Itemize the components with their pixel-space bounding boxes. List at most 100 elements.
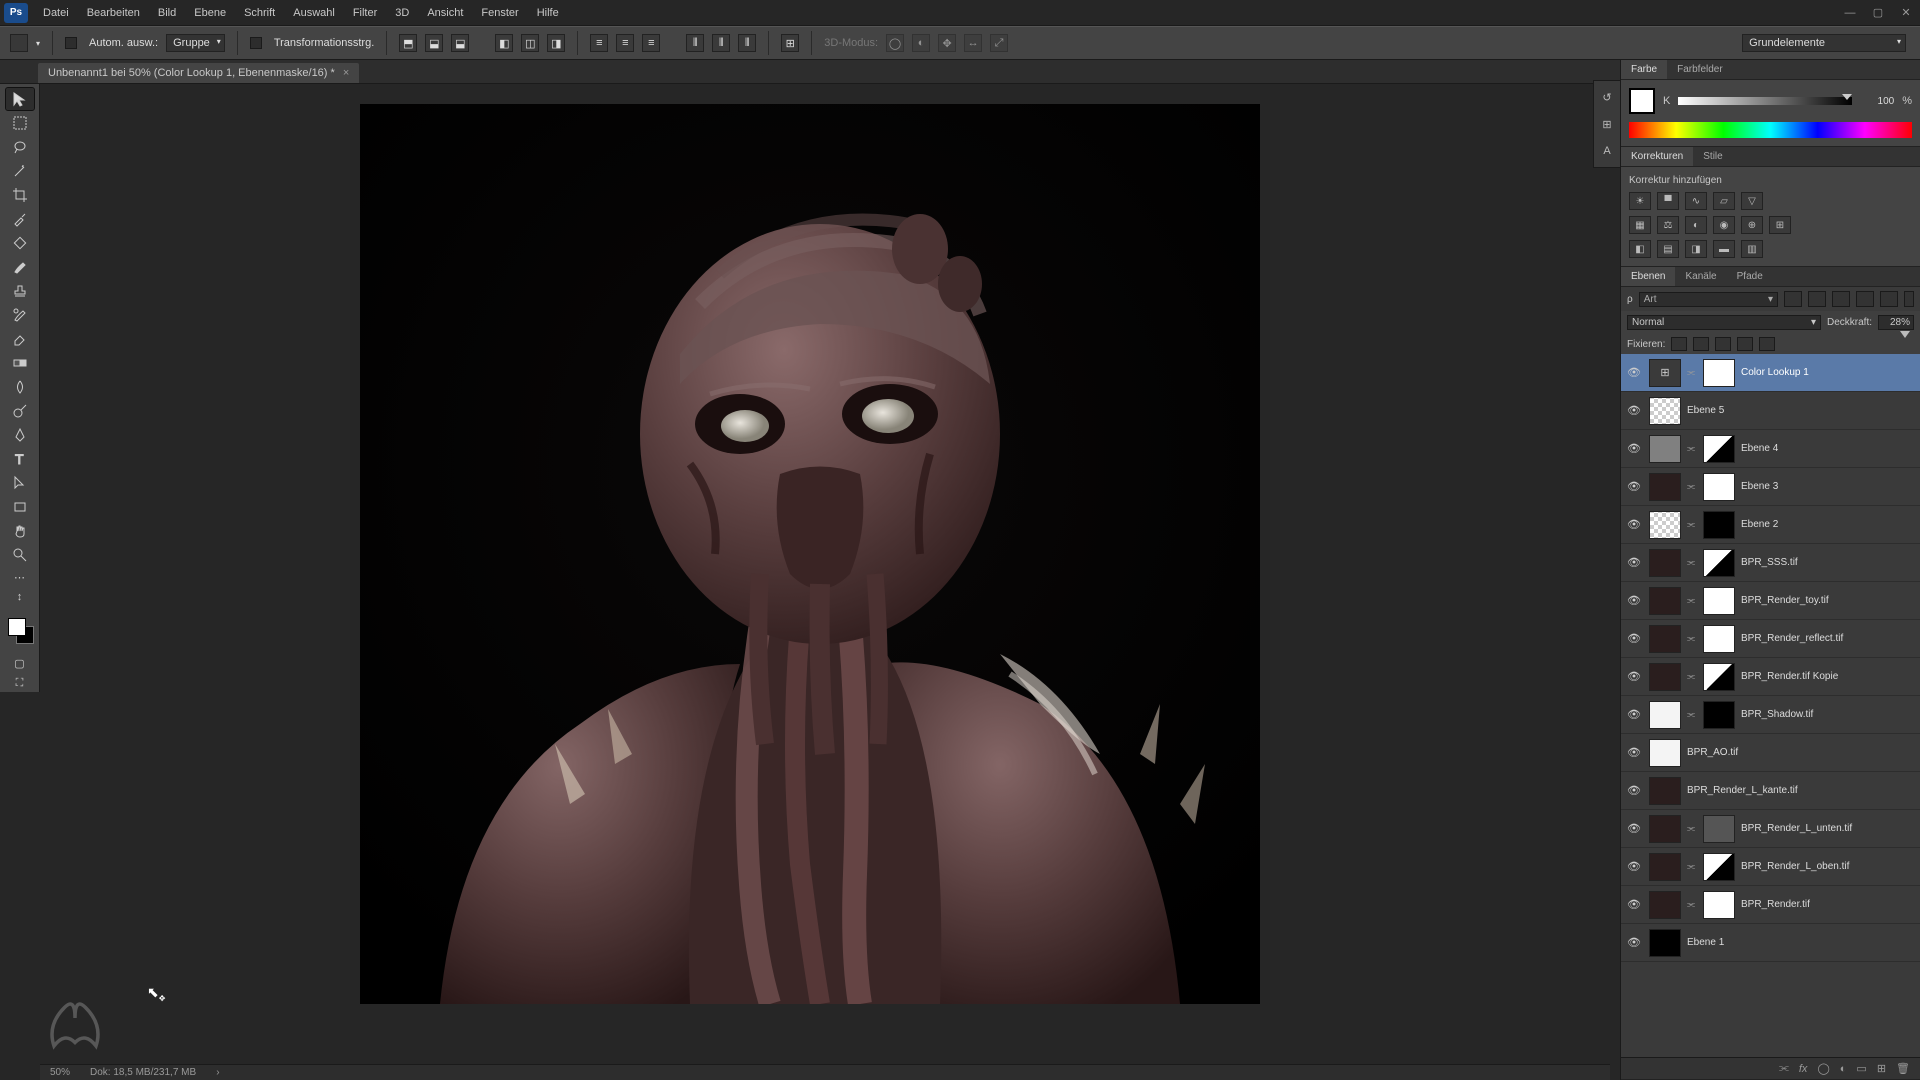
layer-name[interactable]: BPR_Render_L_unten.tif xyxy=(1741,823,1916,834)
layer-thumbnail[interactable] xyxy=(1649,663,1681,691)
align-vcenter-icon[interactable]: ⬓ xyxy=(425,34,443,52)
colorbalance-adj-icon[interactable]: ⚖ xyxy=(1657,216,1679,234)
distribute-vcenter-icon[interactable]: ≡ xyxy=(616,34,634,52)
align-right-icon[interactable]: ◨ xyxy=(547,34,565,52)
layer-mask-thumbnail[interactable] xyxy=(1703,549,1735,577)
filter-adj-icon[interactable] xyxy=(1808,291,1826,307)
filter-toggle-icon[interactable] xyxy=(1904,291,1914,307)
visibility-eye-icon[interactable]: 👁 xyxy=(1625,518,1643,531)
bw-adj-icon[interactable]: ◐ xyxy=(1685,216,1707,234)
close-icon[interactable]: ✕ xyxy=(1892,2,1920,24)
layer-name[interactable]: Ebene 1 xyxy=(1687,937,1916,948)
link-layers-icon[interactable]: ⫘ xyxy=(1779,1062,1789,1075)
layer-row[interactable]: 👁Ebene 5 xyxy=(1621,392,1920,430)
move-tool-icon[interactable] xyxy=(10,34,28,52)
transform-checkbox[interactable] xyxy=(250,37,262,49)
layer-mask-thumbnail[interactable] xyxy=(1703,587,1735,615)
menu-schrift[interactable]: Schrift xyxy=(235,3,284,23)
visibility-eye-icon[interactable]: 👁 xyxy=(1625,480,1643,493)
lock-position-icon[interactable] xyxy=(1715,337,1731,351)
layer-row[interactable]: 👁⫘BPR_Render_L_oben.tif xyxy=(1621,848,1920,886)
filter-pixel-icon[interactable] xyxy=(1784,291,1802,307)
brightness-adj-icon[interactable]: ☀ xyxy=(1629,192,1651,210)
document-canvas[interactable] xyxy=(360,104,1260,1004)
fg-color[interactable] xyxy=(8,618,26,636)
layer-thumbnail[interactable] xyxy=(1649,701,1681,729)
workspace-dropdown[interactable]: Grundelemente xyxy=(1742,34,1906,52)
auto-select-dropdown[interactable]: Gruppe xyxy=(166,34,225,52)
layer-name[interactable]: Ebene 5 xyxy=(1687,405,1916,416)
hue-adj-icon[interactable]: ▦ xyxy=(1629,216,1651,234)
visibility-eye-icon[interactable]: 👁 xyxy=(1625,860,1643,873)
layer-mask-thumbnail[interactable] xyxy=(1703,815,1735,843)
layer-name[interactable]: Color Lookup 1 xyxy=(1741,367,1916,378)
document-tab[interactable]: Unbenannt1 bei 50% (Color Lookup 1, Eben… xyxy=(38,63,359,83)
stamp-tool[interactable] xyxy=(6,280,34,302)
color-swatch[interactable] xyxy=(6,616,34,644)
tab-pfade[interactable]: Pfade xyxy=(1727,267,1773,286)
lasso-tool[interactable] xyxy=(6,136,34,158)
layer-thumbnail[interactable] xyxy=(1649,739,1681,767)
distribute-left-icon[interactable]: ⦀ xyxy=(686,34,704,52)
lock-all-icon[interactable] xyxy=(1759,337,1775,351)
distribute-hcenter-icon[interactable]: ⦀ xyxy=(712,34,730,52)
brush-tool[interactable] xyxy=(6,256,34,278)
filter-shape-icon[interactable] xyxy=(1856,291,1874,307)
layer-mask-thumbnail[interactable] xyxy=(1703,701,1735,729)
close-tab-icon[interactable]: × xyxy=(343,67,349,79)
menu-filter[interactable]: Filter xyxy=(344,3,386,23)
layer-name[interactable]: BPR_Render.tif Kopie xyxy=(1741,671,1916,682)
visibility-eye-icon[interactable]: 👁 xyxy=(1625,936,1643,949)
tab-kanaele[interactable]: Kanäle xyxy=(1675,267,1726,286)
tab-korrekturen[interactable]: Korrekturen xyxy=(1621,147,1693,166)
layer-name[interactable]: Ebene 3 xyxy=(1741,481,1916,492)
layer-name[interactable]: BPR_Render_L_oben.tif xyxy=(1741,861,1916,872)
visibility-eye-icon[interactable]: 👁 xyxy=(1625,784,1643,797)
marquee-tool[interactable] xyxy=(6,112,34,134)
canvas-area[interactable] xyxy=(40,84,1610,1064)
layer-row[interactable]: 👁⫘Ebene 2 xyxy=(1621,506,1920,544)
history-brush-tool[interactable] xyxy=(6,304,34,326)
layer-name[interactable]: BPR_Render_L_kante.tif xyxy=(1687,785,1916,796)
layer-filter-dropdown[interactable]: Art xyxy=(1639,292,1778,307)
align-left-icon[interactable]: ◧ xyxy=(495,34,513,52)
healing-tool[interactable] xyxy=(6,232,34,254)
colorlookup-adj-icon[interactable]: ⊞ xyxy=(1769,216,1791,234)
layer-mask-thumbnail[interactable] xyxy=(1703,853,1735,881)
layer-thumbnail[interactable] xyxy=(1649,625,1681,653)
menu-datei[interactable]: Datei xyxy=(34,3,78,23)
visibility-eye-icon[interactable]: 👁 xyxy=(1625,632,1643,645)
add-mask-icon[interactable]: ◯ xyxy=(1817,1062,1829,1075)
layer-row[interactable]: 👁⫘BPR_Render_reflect.tif xyxy=(1621,620,1920,658)
layer-row[interactable]: 👁⫘BPR_Shadow.tif xyxy=(1621,696,1920,734)
posterize-adj-icon[interactable]: ▤ xyxy=(1657,240,1679,258)
k-value[interactable]: 100 xyxy=(1860,96,1894,107)
align-bottom-icon[interactable]: ⬓ xyxy=(451,34,469,52)
maximize-icon[interactable]: ▢ xyxy=(1864,2,1892,24)
wand-tool[interactable] xyxy=(6,160,34,182)
layer-name[interactable]: Ebene 4 xyxy=(1741,443,1916,454)
layer-name[interactable]: BPR_Shadow.tif xyxy=(1741,709,1916,720)
pen-tool[interactable] xyxy=(6,424,34,446)
visibility-eye-icon[interactable]: 👁 xyxy=(1625,822,1643,835)
invert-adj-icon[interactable]: ◧ xyxy=(1629,240,1651,258)
menu-ansicht[interactable]: Ansicht xyxy=(418,3,472,23)
dodge-tool[interactable] xyxy=(6,400,34,422)
delete-layer-icon[interactable]: 🗑 xyxy=(1896,1062,1910,1075)
quickmask-icon[interactable]: ▢ xyxy=(6,654,34,672)
auto-align-icon[interactable]: ⊞ xyxy=(781,34,799,52)
auto-select-checkbox[interactable] xyxy=(65,37,77,49)
color-spectrum[interactable] xyxy=(1629,122,1912,138)
layer-row[interactable]: 👁⫘BPR_SSS.tif xyxy=(1621,544,1920,582)
blur-tool[interactable] xyxy=(6,376,34,398)
properties-panel-icon[interactable]: ⊞ xyxy=(1598,118,1616,131)
distribute-right-icon[interactable]: ⦀ xyxy=(738,34,756,52)
layer-mask-thumbnail[interactable] xyxy=(1703,663,1735,691)
vibrance-adj-icon[interactable]: ▽ xyxy=(1741,192,1763,210)
gradient-tool[interactable] xyxy=(6,352,34,374)
opacity-input[interactable]: 28% xyxy=(1878,315,1914,330)
distribute-bottom-icon[interactable]: ≡ xyxy=(642,34,660,52)
align-top-icon[interactable]: ⬒ xyxy=(399,34,417,52)
lock-artboard-icon[interactable] xyxy=(1737,337,1753,351)
align-hcenter-icon[interactable]: ◫ xyxy=(521,34,539,52)
